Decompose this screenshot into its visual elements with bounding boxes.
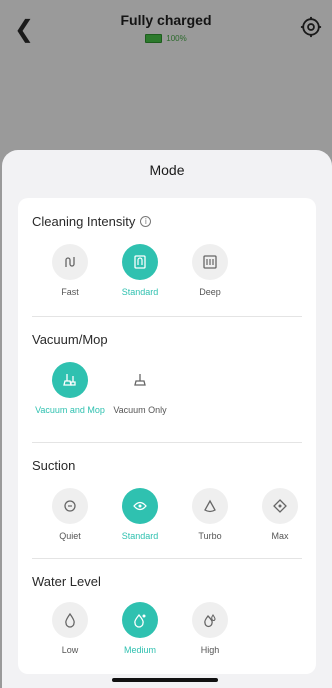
option-turbo[interactable]: Turbo (175, 488, 245, 542)
option-high[interactable]: High (175, 602, 245, 656)
divider (32, 558, 302, 559)
option-label: Max (271, 531, 289, 541)
option-quiet[interactable]: Quiet (35, 488, 105, 542)
max-icon (262, 488, 298, 524)
option-label: Deep (199, 287, 221, 297)
option-vacuum-and-mop[interactable]: Vacuum and Mop (35, 362, 105, 416)
option-label: High (200, 645, 220, 655)
cleaning-intensity-label: Cleaning Intensity (32, 214, 136, 229)
option-label: Fast (61, 287, 79, 297)
home-indicator (112, 678, 218, 682)
water-level-title: Water Level (32, 574, 101, 589)
option-label: Vacuum Only (113, 405, 167, 415)
battery-percent: 100% (166, 34, 187, 43)
option-max[interactable]: Max (245, 488, 315, 542)
standard-suction-icon (122, 488, 158, 524)
mode-card: Cleaning Intensity i Fast Standard Deep (18, 198, 316, 674)
option-label: Medium (123, 645, 156, 655)
battery-icon (145, 34, 163, 43)
mode-sheet: Mode Cleaning Intensity i Fast Standard (2, 150, 332, 688)
settings-gear-icon[interactable] (300, 16, 322, 38)
divider (32, 316, 302, 317)
sheet-title: Mode (149, 162, 185, 178)
top-bar: ❮ Fully charged 100% (0, 0, 332, 150)
option-standard-intensity[interactable]: Standard (105, 244, 175, 298)
option-label: Vacuum and Mop (35, 405, 105, 415)
option-deep[interactable]: Deep (175, 244, 245, 298)
water-medium-icon (122, 602, 158, 638)
option-medium[interactable]: Medium (105, 602, 175, 656)
suction-title: Suction (32, 458, 76, 473)
divider (32, 442, 302, 443)
option-label: Standard (121, 531, 159, 541)
turbo-icon (192, 488, 228, 524)
option-fast[interactable]: Fast (35, 244, 105, 298)
option-label: Standard (121, 287, 159, 297)
option-low[interactable]: Low (35, 602, 105, 656)
fast-icon (52, 244, 88, 280)
deep-icon (192, 244, 228, 280)
water-low-icon (52, 602, 88, 638)
option-label: Low (61, 645, 79, 655)
standard-intensity-icon (122, 244, 158, 280)
option-standard-suction[interactable]: Standard (105, 488, 175, 542)
water-high-icon (192, 602, 228, 638)
option-label: Quiet (59, 531, 81, 541)
vacuum-only-icon (122, 362, 158, 398)
vacuum-and-mop-icon (52, 362, 88, 398)
cleaning-intensity-title: Cleaning Intensity i (32, 214, 152, 229)
status-title: Fully charged (120, 12, 212, 28)
battery-status: 100% (0, 34, 332, 43)
option-label: Turbo (198, 531, 222, 541)
option-vacuum-only[interactable]: Vacuum Only (105, 362, 175, 416)
vacuum-mop-title: Vacuum/Mop (32, 332, 108, 347)
quiet-icon (52, 488, 88, 524)
info-icon[interactable]: i (140, 216, 152, 227)
